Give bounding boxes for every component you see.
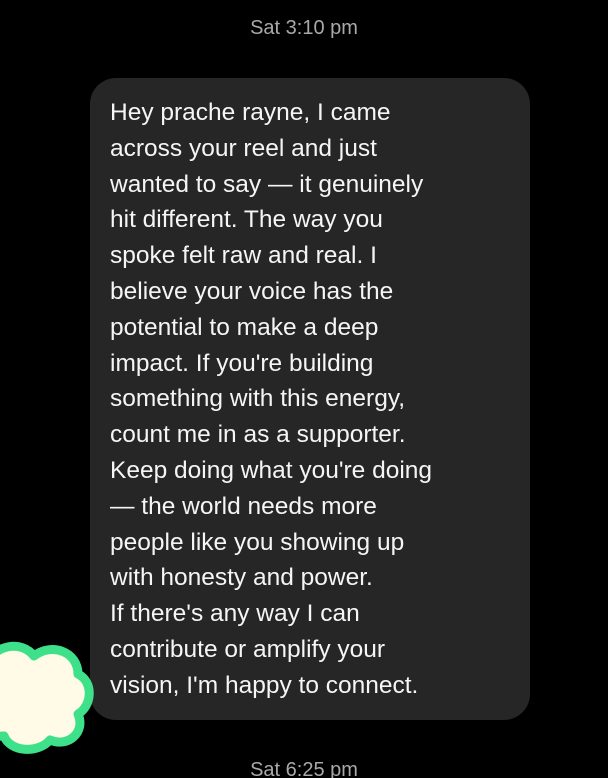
message-text: Hey prache rayne, I came across your ree… [110, 99, 433, 699]
message-bubble[interactable]: Hey prache rayne, I came across your ree… [90, 78, 530, 720]
timestamp-bottom: Sat 6:25 pm [250, 759, 358, 778]
timestamp-top: Sat 3:10 pm [250, 17, 358, 39]
cloud-sticker-icon [0, 641, 94, 754]
